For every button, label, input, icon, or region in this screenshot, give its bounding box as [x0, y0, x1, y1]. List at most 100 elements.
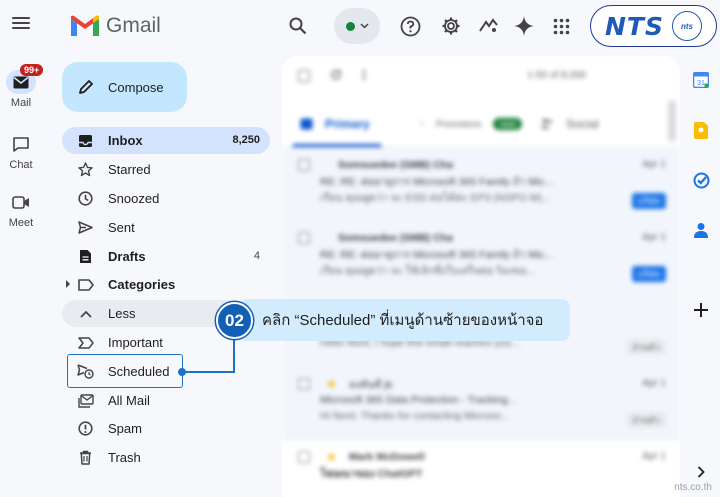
- mail-row[interactable]: ★ ลงทันที jb Microsoft 365 Data Protectio…: [282, 368, 680, 440]
- callout-connector-horizontal: [182, 371, 235, 373]
- rail-meet-label: Meet: [8, 217, 34, 229]
- row-snippet: Hi Nont, Thanks for contacting Microso..…: [320, 410, 510, 422]
- unread-badge: 99+: [20, 64, 44, 76]
- promotions-tag-icon: [420, 121, 424, 126]
- row-subject: โฆษณาของ ChatGPT: [320, 467, 423, 480]
- nav-trash[interactable]: Trash: [62, 444, 270, 471]
- account-avatar: nts: [671, 11, 702, 41]
- chevron-up-icon: [77, 305, 94, 322]
- trash-icon: [77, 449, 94, 466]
- select-all-checkbox[interactable]: [298, 70, 310, 82]
- brand-wordmark: NTS: [605, 11, 664, 41]
- left-rail: 99+ Mail Chat Meet: [0, 0, 44, 497]
- row-checkbox[interactable]: [298, 232, 310, 244]
- video-camera-icon: [6, 190, 36, 214]
- scrollbar-thumb[interactable]: [668, 100, 676, 142]
- keep-notes-icon[interactable]: [691, 120, 711, 140]
- spam-alert-icon: [77, 420, 94, 437]
- gemini-assist-icon[interactable]: [476, 14, 500, 38]
- apps-grid-icon[interactable]: [549, 14, 573, 38]
- main-menu-icon[interactable]: [10, 14, 32, 36]
- nav-spam[interactable]: Spam: [62, 415, 270, 442]
- chat-icon: [6, 132, 36, 156]
- compose-label: Compose: [108, 79, 164, 95]
- list-toolbar: [282, 56, 680, 96]
- help-icon[interactable]: [398, 14, 422, 38]
- tab-promotions[interactable]: Promotions new: [402, 100, 522, 147]
- nav-starred-label: Starred: [108, 162, 151, 177]
- search-icon[interactable]: [286, 14, 310, 38]
- nav-trash-label: Trash: [108, 450, 141, 465]
- star-filled-icon[interactable]: ★: [326, 450, 337, 464]
- tab-primary-label: Primary: [325, 116, 370, 131]
- calendar-icon[interactable]: 31: [691, 70, 711, 90]
- nav-sent-label: Sent: [108, 220, 135, 235]
- nav-drafts[interactable]: Drafts 4: [62, 243, 270, 270]
- mail-row[interactable]: Somsuedee (SMB) Cha RE: RE: ต่ออายุการ M…: [282, 222, 680, 294]
- pencil-icon: [79, 80, 93, 94]
- nav-all-mail[interactable]: All Mail: [62, 387, 270, 414]
- scheduled-highlight-frame: [67, 354, 183, 388]
- account-brand-logo[interactable]: NTS nts: [590, 5, 717, 47]
- tab-social[interactable]: Social: [522, 100, 642, 147]
- watermark: nts.co.th: [674, 482, 712, 493]
- nav-less[interactable]: Less: [62, 300, 238, 327]
- tab-promotions-label: Promotions: [435, 118, 482, 129]
- row-sender: Mark McDowell: [348, 451, 425, 463]
- tab-primary[interactable]: Primary: [282, 100, 402, 147]
- drafts-count: 4: [253, 250, 260, 262]
- sparkle-icon[interactable]: [512, 14, 536, 38]
- callout-connector-vertical: [233, 339, 235, 372]
- refresh-icon[interactable]: [330, 69, 342, 84]
- rail-chat-label: Chat: [9, 159, 33, 171]
- row-checkbox[interactable]: [298, 159, 310, 171]
- mail-row[interactable]: Somsuedee (SMB) Cha RE: RE: ต่ออายุการ M…: [282, 149, 680, 221]
- compose-button[interactable]: Compose: [62, 62, 187, 112]
- tab-social-label: Social: [566, 116, 599, 131]
- expand-panel-chevron-icon[interactable]: [691, 462, 711, 482]
- row-label-tag: ส่วนตัว: [626, 339, 666, 355]
- settings-gear-icon[interactable]: [439, 14, 463, 38]
- nav-sent[interactable]: Sent: [62, 214, 270, 241]
- app-name: Gmail: [106, 14, 161, 37]
- status-selector[interactable]: [334, 8, 380, 44]
- row-checkbox[interactable]: [298, 378, 310, 390]
- rail-mail[interactable]: 99+ Mail: [0, 64, 44, 109]
- nav-categories[interactable]: Categories: [62, 271, 270, 298]
- nav-less-label: Less: [108, 306, 136, 321]
- nav-snoozed[interactable]: Snoozed: [62, 185, 270, 212]
- send-icon: [77, 219, 94, 236]
- rail-chat[interactable]: Chat: [0, 132, 42, 171]
- row-date: Apr 1: [642, 232, 666, 243]
- row-date: Apr 1: [642, 159, 666, 170]
- rail-meet[interactable]: Meet: [0, 190, 42, 229]
- important-marker-icon: [77, 334, 94, 351]
- nav-important-label: Important: [108, 335, 163, 350]
- step-number-badge: 02: [216, 302, 253, 339]
- mail-row[interactable]: ★ Mark McDowell โฆษณาของ ChatGPT Apr 1: [282, 441, 680, 497]
- star-filled-icon[interactable]: ★: [326, 377, 337, 391]
- gmail-logo[interactable]: Gmail: [71, 14, 161, 38]
- nav-all-mail-label: All Mail: [108, 393, 150, 408]
- row-sender: Somsuedee (SMB) Cha: [338, 232, 453, 244]
- nav-categories-label: Categories: [108, 277, 176, 292]
- inbox-icon: [77, 132, 94, 149]
- row-label-tag: บริษัท: [631, 193, 666, 209]
- row-label-tag: บริษัท: [631, 266, 666, 282]
- contacts-icon[interactable]: [691, 220, 711, 240]
- row-snippet: เรียน คุณพูดว่า จะ ESD ต่อได้ค่ะ EP3 (NS…: [320, 191, 551, 204]
- nav-drafts-label: Drafts: [108, 249, 146, 264]
- add-app-plus-icon[interactable]: [691, 300, 711, 320]
- gmail-m-icon: [71, 15, 99, 36]
- row-sender: ลงทันที jb: [348, 378, 393, 391]
- nav-inbox-label: Inbox: [108, 133, 143, 148]
- row-label-tag: ส่วนตัว: [626, 412, 666, 428]
- tasks-icon[interactable]: [691, 170, 711, 190]
- row-subject: RE: RE: ต่ออายุการ Microsoft 365 Family …: [320, 175, 554, 188]
- row-checkbox[interactable]: [298, 451, 310, 463]
- nav-starred[interactable]: Starred: [62, 156, 270, 183]
- nav-inbox[interactable]: Inbox 8,250: [62, 127, 270, 154]
- more-options-icon[interactable]: [362, 69, 366, 84]
- nav-snoozed-label: Snoozed: [108, 191, 160, 206]
- expand-caret-icon[interactable]: [66, 280, 70, 288]
